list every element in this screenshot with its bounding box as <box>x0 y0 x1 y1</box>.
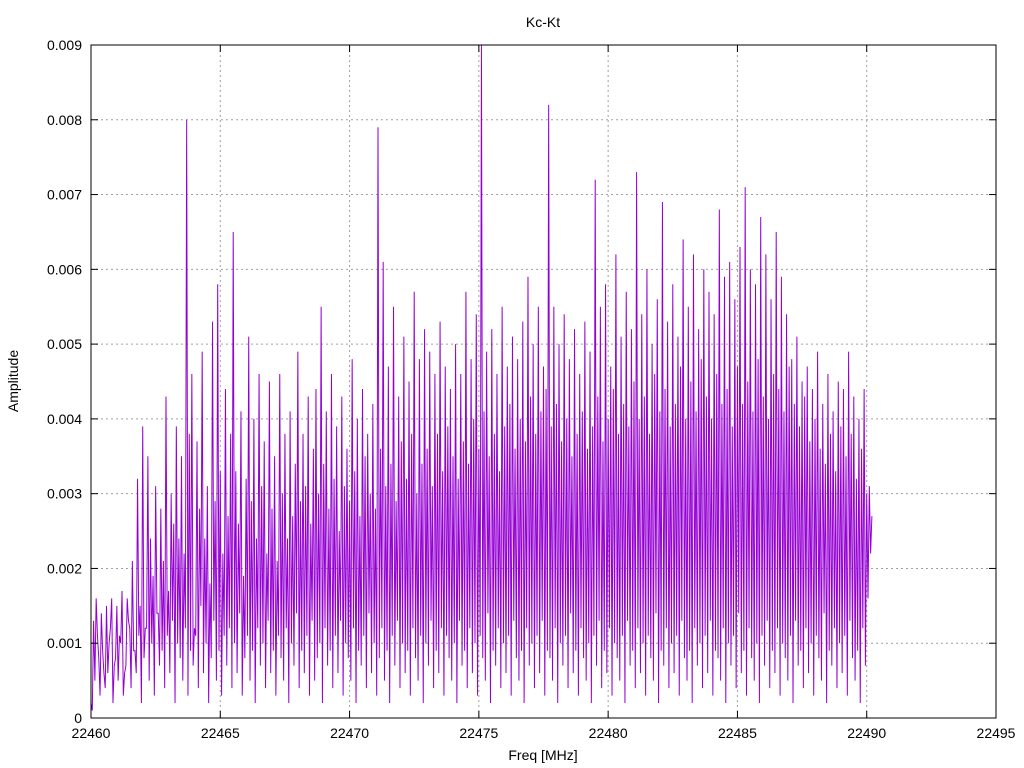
y-tick-label: 0.007 <box>47 187 82 203</box>
y-tick-label: 0.005 <box>47 336 82 352</box>
x-tick-label: 22490 <box>847 725 886 741</box>
x-tick-label: 22460 <box>72 725 111 741</box>
y-tick-label: 0.008 <box>47 112 82 128</box>
x-tick-label: 22485 <box>718 725 757 741</box>
x-tick-label: 22475 <box>459 725 498 741</box>
y-tick-label: 0.004 <box>47 411 82 427</box>
y-tick-label: 0.003 <box>47 486 82 502</box>
x-tick-label: 22470 <box>330 725 369 741</box>
spectrum-chart: 22460 22465 22470 22475 22480 22485 22490 22495… <box>0 0 1024 768</box>
y-axis-title: Amplitude <box>5 350 21 412</box>
x-tick-label: 22465 <box>201 725 240 741</box>
y-tick-label: 0.002 <box>47 560 82 576</box>
y-tick-label: 0.006 <box>47 261 82 277</box>
x-tick-label: 22480 <box>589 725 628 741</box>
x-tick-label: 22495 <box>977 725 1016 741</box>
x-axis-title: Freq [MHz] <box>508 747 577 763</box>
y-tick-label: 0.009 <box>47 37 82 53</box>
y-tick-label: 0.001 <box>47 635 82 651</box>
chart-title: Kc-Kt <box>526 14 560 30</box>
y-tick-label: 0 <box>74 710 82 726</box>
